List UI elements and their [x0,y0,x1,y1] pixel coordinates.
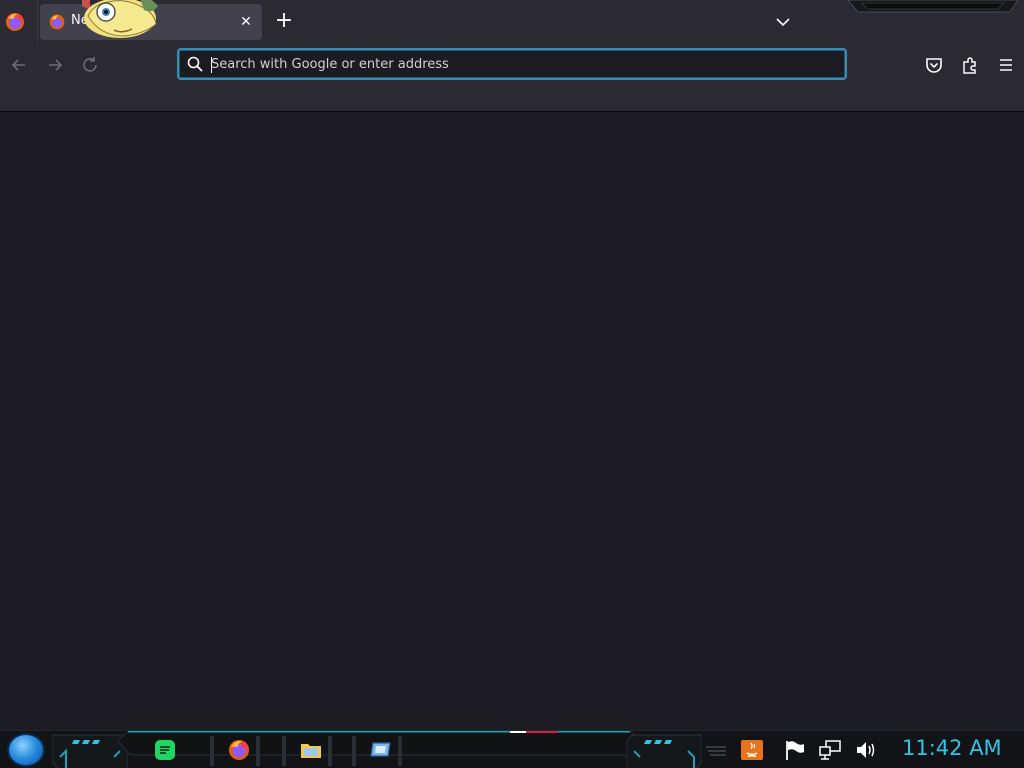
cartoon-character-sticker [82,0,158,38]
firefox-icon [229,740,249,760]
network-icon[interactable] [818,739,842,761]
taskbar-ornament-left [52,734,128,768]
java-update-icon[interactable] [740,739,764,761]
start-orb-icon[interactable] [7,733,45,767]
forward-icon[interactable] [42,54,68,76]
search-input[interactable] [211,52,831,76]
page-content[interactable] [0,113,1024,730]
action-center-flag-icon[interactable] [783,739,807,761]
close-tab-icon[interactable]: ✕ [236,12,256,32]
extensions-icon[interactable] [958,54,982,76]
taskbar-clock[interactable]: 11:42 AM [902,736,1012,762]
tab-strip: New Tab ✕ + [0,0,1024,44]
reload-icon[interactable] [78,54,104,76]
address-bar[interactable] [177,48,847,80]
taskbar-app-firefox[interactable] [210,736,260,766]
taskbar-app-file-manager[interactable] [282,736,332,766]
taskbar-app-spotify[interactable] [140,736,190,766]
taskbar-app-virtual-desktop[interactable] [352,736,402,766]
firefox-tab-icon [49,14,65,30]
spotify-icon [155,740,175,760]
taskbar-ornament-right [626,734,702,768]
chevron-down-icon[interactable] [772,12,794,32]
tab-separator [37,0,38,44]
search-icon [187,56,203,72]
back-icon[interactable] [6,54,32,76]
tray-grip-icon [706,746,726,756]
desktop: New Tab ✕ + [0,0,1024,768]
firefox-icon[interactable] [4,11,26,33]
text-caret [211,57,212,73]
menu-icon[interactable] [994,54,1018,76]
new-tab-button[interactable]: + [272,10,296,34]
volume-icon[interactable] [854,739,878,761]
pocket-icon[interactable] [922,54,946,76]
taskbar [0,730,1024,768]
window-frame-ornament [848,0,1018,13]
file-manager-icon [301,744,321,758]
virtual-desktop-icon [370,742,391,757]
navigation-toolbar [0,44,1024,112]
